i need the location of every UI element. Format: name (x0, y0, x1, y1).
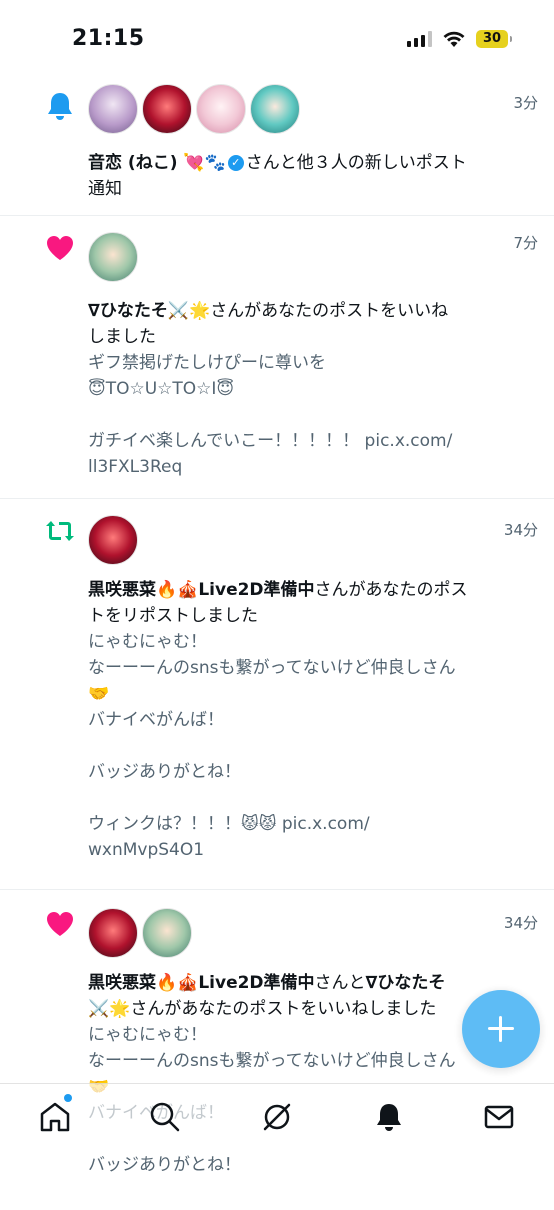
actor-name[interactable]: 音恋 (ねこ) 💘🐾 (88, 153, 226, 173)
avatar[interactable] (88, 515, 138, 565)
avatar[interactable] (88, 232, 138, 282)
actor-name[interactable]: 黒咲悪菜🔥🎪Live2D準備中 (88, 580, 315, 600)
avatar-group (88, 232, 138, 282)
home-icon[interactable] (38, 1100, 72, 1134)
avatar[interactable] (250, 84, 300, 134)
actor-name-2[interactable]: ∇ひなたそ (366, 973, 446, 993)
actor-name[interactable]: ∇ひなたそ⚔️🌟 (88, 301, 210, 321)
avatar[interactable] (88, 84, 138, 134)
post-preview[interactable]: にゃむにゃむ！ なーーーんのsnsも繋がってないけど仲良しさん 🤝 バナイベがん… (88, 629, 534, 863)
avatar-group (88, 908, 192, 958)
heart-icon (47, 912, 73, 936)
home-unread-dot (64, 1094, 72, 1102)
search-icon[interactable] (148, 1100, 182, 1134)
timestamp: 34分 (503, 914, 538, 932)
avatar[interactable] (142, 84, 192, 134)
notification-content: 音恋 (ねこ) 💘🐾 ✓ さんと他３人の新しいポスト 通知 (88, 150, 534, 202)
status-icons: 30 (407, 30, 512, 48)
timestamp: 3分 (513, 94, 538, 112)
actor-name[interactable]: 黒咲悪菜🔥🎪Live2D準備中 (88, 973, 315, 993)
compose-button[interactable] (462, 990, 540, 1068)
signal-icon (407, 31, 432, 47)
notification-item[interactable]: 34分 黒咲悪菜🔥🎪Live2D準備中さんがあなたのポス トをリポストしました … (0, 499, 554, 890)
notification-content: ∇ひなたそ⚔️🌟さんがあなたのポストをいいね しました ギフ禁掲げたしけぴーに尊… (88, 298, 534, 480)
heart-icon (47, 236, 73, 260)
notification-headline: ∇ひなたそ⚔️🌟さんがあなたのポストをいいね しました (88, 298, 534, 350)
wifi-icon (443, 31, 465, 47)
battery-icon: 30 (476, 30, 512, 48)
notifications-icon[interactable] (372, 1100, 406, 1134)
action-text-2: 通知 (88, 179, 122, 199)
avatar[interactable] (88, 908, 138, 958)
avatar-group (88, 515, 138, 565)
action-text-2: トをリポストしました (88, 606, 258, 626)
notification-item[interactable]: 3分 音恋 (ねこ) 💘🐾 ✓ さんと他３人の新しいポスト 通知 (0, 80, 554, 216)
bottom-tab-bar (0, 1083, 554, 1152)
verified-badge-icon: ✓ (227, 155, 244, 171)
notification-item[interactable]: 7分 ∇ひなたそ⚔️🌟さんがあなたのポストをいいね しました ギフ禁掲げたしけぴ… (0, 216, 554, 499)
action-text: さんがあなたのポス (314, 580, 468, 600)
post-preview[interactable]: ギフ禁掲げたしけぴーに尊いを 😇TO☆U☆TO☆I😇 ガチイベ楽しんでいこー！！… (88, 350, 534, 480)
bell-icon (48, 93, 72, 120)
timestamp: 34分 (503, 521, 538, 539)
avatar[interactable] (196, 84, 246, 134)
notification-headline: 音恋 (ねこ) 💘🐾 ✓ さんと他３人の新しいポスト 通知 (88, 150, 534, 202)
action-text: さんがあなたのポストをいいね (210, 301, 449, 321)
status-time: 21:15 (72, 26, 145, 51)
grok-icon[interactable] (260, 1100, 294, 1134)
action-text: さんと他３人の新しいポスト (245, 153, 467, 173)
notification-headline: 黒咲悪菜🔥🎪Live2D準備中さんがあなたのポス トをリポストしました (88, 577, 534, 629)
action-text-2: しました (88, 327, 156, 347)
action-text: さんと (314, 973, 366, 993)
repost-icon (46, 521, 74, 541)
avatar[interactable] (142, 908, 192, 958)
timestamp: 7分 (513, 234, 538, 252)
notification-content: 黒咲悪菜🔥🎪Live2D準備中さんがあなたのポス トをリポストしました にゃむに… (88, 577, 534, 863)
action-text-2: ⚔️🌟さんがあなたのポストをいいねしました (88, 999, 437, 1019)
avatar-group (88, 84, 300, 134)
messages-icon[interactable] (482, 1100, 516, 1134)
status-bar: 21:15 30 (0, 0, 554, 80)
